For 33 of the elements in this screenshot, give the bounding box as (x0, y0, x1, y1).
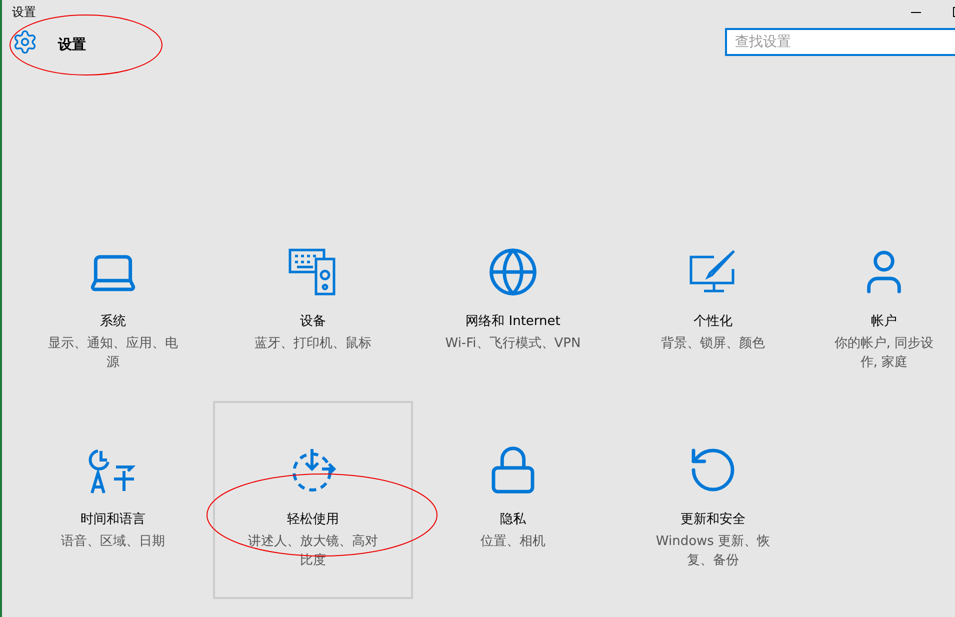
settings-tile[interactable]: 个性化 背景、锁屏、颜色 (613, 203, 813, 401)
search-field[interactable]: 查找设置 (725, 28, 955, 56)
tile-description: 语音、区域、日期 (61, 533, 165, 551)
keyboard-speaker-icon (288, 247, 338, 297)
tile-description: 蓝牙、打印机、鼠标 (254, 335, 372, 353)
tile-title: 轻松使用 (287, 511, 339, 528)
tile-title: 更新和安全 (680, 511, 746, 528)
tile-title: 网络和 Internet (466, 313, 560, 330)
settings-icon (12, 29, 38, 55)
settings-tile[interactable]: 网络和 Internet Wi-Fi、飞行模式、VPN (413, 203, 613, 401)
tile-description: Windows 更新、恢 复、备份 (656, 533, 770, 570)
page-title: 设置 (58, 36, 86, 54)
tile-description: 显示、通知、应用、电 源 (48, 335, 178, 372)
settings-tile[interactable]: 隐私 位置、相机 (413, 401, 613, 599)
tile-title: 帐户 (871, 313, 897, 330)
tile-description: Wi-Fi、飞行模式、VPN (445, 335, 581, 353)
tile-description: 位置、相机 (480, 533, 546, 551)
tile-title: 个性化 (694, 313, 732, 330)
tile-title: 隐私 (500, 511, 526, 528)
tile-title: 时间和语言 (80, 511, 146, 528)
tile-description: 你的帐户, 同步设 作, 家庭 (834, 335, 934, 372)
settings-tile[interactable]: 帐户 你的帐户, 同步设 作, 家庭 (813, 203, 955, 401)
settings-tile[interactable]: 时间和语言 语音、区域、日期 (13, 401, 213, 599)
settings-tile[interactable]: 轻松使用 讲述人、放大镜、高对 比度 (213, 401, 413, 599)
settings-tile[interactable]: 更新和安全 Windows 更新、恢 复、备份 (613, 401, 813, 599)
tile-description: 背景、锁屏、颜色 (661, 335, 765, 353)
tile-title: 系统 (100, 313, 126, 330)
settings-tile[interactable]: 系统 显示、通知、应用、电 源 (13, 203, 213, 401)
settings-tile[interactable]: 设备 蓝牙、打印机、鼠标 (213, 203, 413, 401)
globe-icon (487, 246, 539, 298)
tile-title: 设备 (300, 313, 326, 330)
window-title: 设置 (12, 4, 36, 20)
tile-description: 讲述人、放大镜、高对 比度 (248, 533, 378, 570)
